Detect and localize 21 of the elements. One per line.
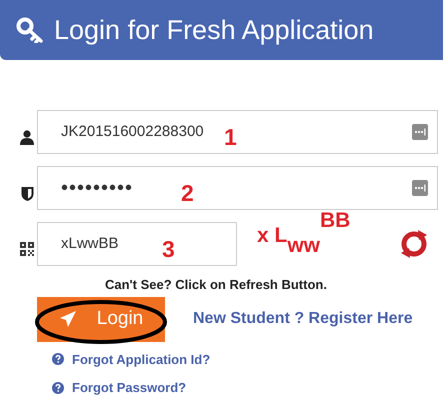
help-icon bbox=[52, 382, 64, 394]
ellipsis-icon bbox=[412, 180, 428, 196]
help-link[interactable]: Forgot Password? bbox=[72, 378, 186, 398]
captcha-hint: Can't See? Click on Refresh Button. bbox=[105, 276, 327, 294]
user-icon bbox=[20, 130, 34, 144]
key-icon bbox=[16, 17, 44, 43]
help-link[interactable]: Forgot Application Id? bbox=[72, 350, 210, 369]
shield-icon bbox=[21, 186, 34, 200]
application-id-field[interactable]: JK201516002288300 1 bbox=[37, 110, 438, 154]
annotation-number: 2 bbox=[181, 179, 194, 208]
qr-code-icon bbox=[20, 242, 34, 256]
captcha-field[interactable]: xLwwBB 3 bbox=[37, 222, 237, 266]
register-link[interactable]: New Student ? Register Here bbox=[193, 307, 413, 331]
header-title: Login for Fresh Application bbox=[54, 16, 374, 44]
refresh-button[interactable] bbox=[400, 229, 428, 259]
ellipsis-icon bbox=[412, 124, 428, 140]
annotation-number: 1 bbox=[224, 123, 237, 152]
send-icon bbox=[58, 310, 77, 328]
password-field[interactable]: ••••••••• 2 bbox=[37, 166, 438, 210]
annotation-number: 3 bbox=[162, 235, 175, 264]
help-icon bbox=[52, 353, 64, 366]
